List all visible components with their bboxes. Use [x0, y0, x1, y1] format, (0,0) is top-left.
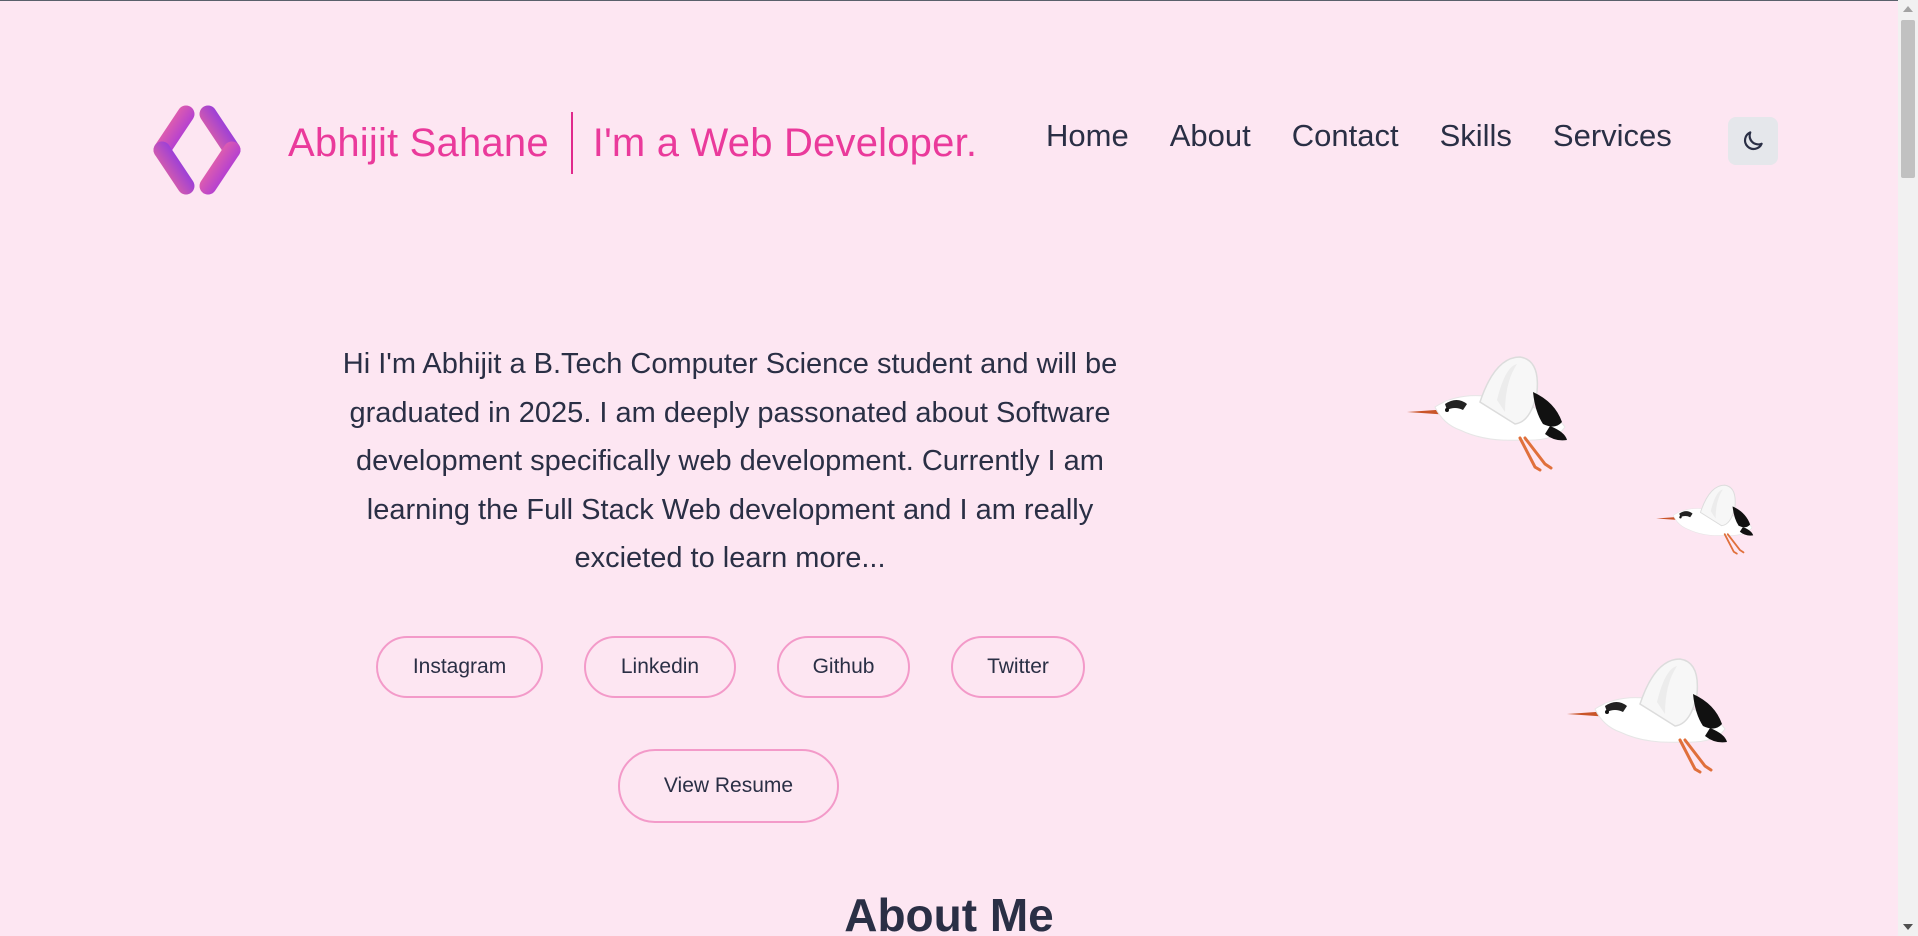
about-section-title: About Me: [844, 889, 1054, 936]
moon-icon: [1743, 131, 1763, 151]
nav-about[interactable]: About: [1170, 118, 1251, 154]
github-button[interactable]: Github: [777, 636, 910, 698]
hero-intro-line: excieted to learn more...: [574, 542, 886, 575]
main-nav: Home About Contact Skills Services: [1046, 118, 1672, 154]
social-links: Instagram Linkedin Github Twitter: [376, 636, 1085, 698]
view-resume-button[interactable]: View Resume: [618, 749, 839, 823]
scroll-up-arrow-icon[interactable]: [1898, 0, 1918, 18]
hero-intro-line: development specifically web development…: [356, 445, 1104, 478]
nav-services[interactable]: Services: [1553, 118, 1672, 154]
hero-intro-line: Hi I'm Abhijit a B.Tech Computer Science…: [342, 348, 1118, 380]
brand-divider: [570, 112, 573, 174]
stork-illustration: [1656, 484, 1754, 555]
hero-intro: Hi I'm Abhijit a B.Tech Computer Science…: [270, 340, 1190, 583]
nav-home[interactable]: Home: [1046, 118, 1129, 154]
stork-illustration: [1567, 658, 1727, 774]
scrollbar-thumb[interactable]: [1901, 20, 1915, 178]
stork-illustration: [1407, 356, 1567, 472]
hero-intro-line: graduated in 2025. I am deeply passonate…: [349, 396, 1111, 429]
theme-toggle-button[interactable]: [1728, 117, 1778, 165]
code-brackets-logo-icon[interactable]: [150, 104, 244, 198]
brand-role-typewriter: I'm a Web Developer.: [592, 120, 978, 165]
brand-name: Abhijit Sahane: [288, 120, 549, 165]
nav-skills[interactable]: Skills: [1440, 118, 1512, 154]
twitter-button[interactable]: Twitter: [951, 636, 1085, 698]
site-header: Abhijit Sahane I'm a Web Developer. Home…: [0, 0, 1898, 220]
linkedin-button[interactable]: Linkedin: [584, 636, 736, 698]
nav-contact[interactable]: Contact: [1292, 118, 1399, 154]
brand-title: Abhijit Sahane I'm a Web Developer.: [288, 112, 978, 174]
instagram-button[interactable]: Instagram: [376, 636, 543, 698]
hero-intro-line: learning the Full Stack Web development …: [366, 493, 1094, 526]
scroll-down-arrow-icon[interactable]: [1898, 918, 1918, 936]
page-scrollbar[interactable]: [1898, 0, 1918, 936]
